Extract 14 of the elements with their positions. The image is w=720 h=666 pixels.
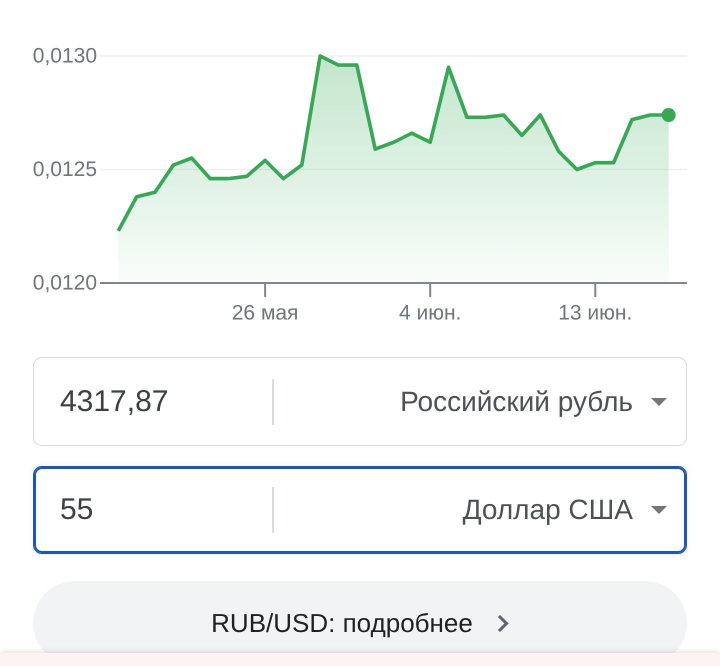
dropdown-caret-icon (651, 398, 667, 406)
amount-input[interactable]: 4317,87 (60, 384, 272, 418)
x-axis-tick-label: 26 мая (232, 302, 298, 324)
amount-input[interactable]: 55 (60, 493, 272, 527)
y-axis-tick-label: 0,0130 (32, 44, 97, 68)
dropdown-caret-icon (651, 506, 667, 514)
currency-dropdown[interactable]: Российский рубль (274, 372, 686, 432)
x-axis-tick-label: 4 июн. (398, 302, 462, 324)
last-point-marker (662, 108, 676, 122)
y-axis-tick-label: 0,0120 (32, 272, 97, 294)
currency-dropdown[interactable]: Доллар США (274, 480, 686, 540)
y-axis-tick-label: 0,0125 (32, 158, 97, 181)
x-axis-tick-label: 13 июн. (558, 302, 632, 324)
chevron-right-icon (496, 614, 509, 632)
